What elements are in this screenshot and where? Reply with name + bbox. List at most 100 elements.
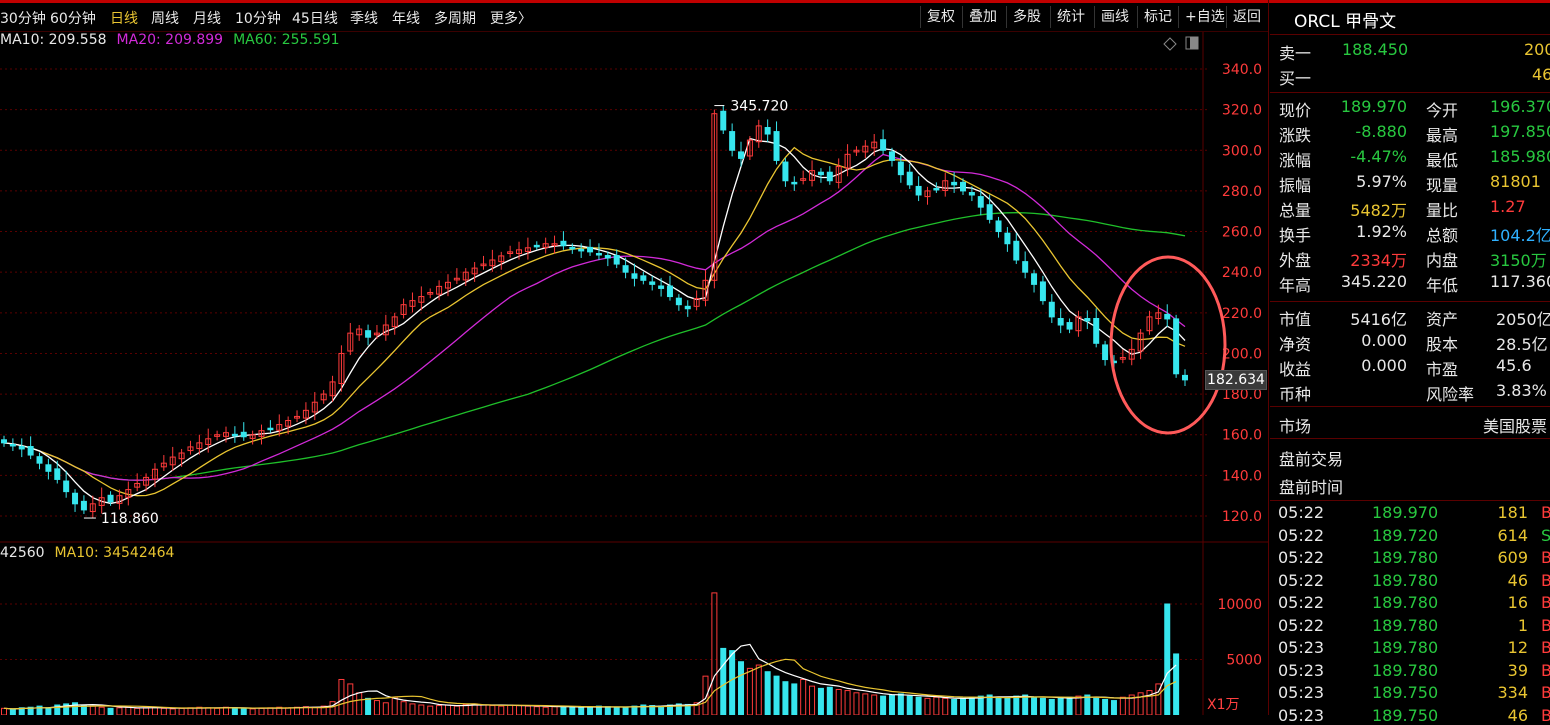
tick-price: 189.780: [1372, 570, 1439, 590]
volume-bar: [924, 697, 931, 715]
statistics-button[interactable]: 统计: [1050, 6, 1091, 28]
volume-bar: [1084, 694, 1091, 715]
volume-bar: [258, 707, 265, 715]
candle-body: [80, 500, 87, 511]
period-45day[interactable]: 45日线: [292, 8, 338, 28]
tick-time: 05:23: [1278, 683, 1325, 702]
volume-bar: [365, 697, 372, 715]
quote-value: 185.980: [1490, 147, 1550, 166]
volume-bar: [267, 707, 274, 715]
volume-bar: [329, 701, 336, 715]
period-multi[interactable]: 多周期: [434, 8, 476, 28]
back-button[interactable]: 返回: [1226, 6, 1267, 28]
volume-bar: [285, 707, 292, 715]
volume-bar: [516, 705, 523, 715]
candle-body: [791, 181, 798, 185]
quote-value: 2334万: [1350, 251, 1407, 270]
tick-time: 05:22: [1278, 570, 1325, 590]
volume-bar: [968, 696, 975, 715]
tick-time: 05:23: [1278, 638, 1325, 657]
sell1-price: 188.450: [1342, 40, 1409, 59]
tick-side: B: [1541, 593, 1550, 612]
panel-controls[interactable]: [1163, 36, 1199, 51]
volume-bar: [382, 702, 389, 715]
mark-button[interactable]: 标记: [1137, 6, 1178, 28]
candle-body: [915, 185, 922, 196]
fund-label: 净资: [1279, 335, 1312, 354]
tick-time: 05:22: [1278, 615, 1325, 635]
market-value: 美国股票: [1483, 417, 1548, 436]
volume-bar: [418, 704, 425, 715]
more-periods-button[interactable]: 更多〉: [490, 8, 532, 28]
fund-label: 市盈: [1426, 360, 1459, 379]
candle-body: [595, 252, 602, 256]
volume-bar: [809, 685, 816, 715]
tick-side: B: [1541, 705, 1550, 725]
diamond-icon[interactable]: [1163, 37, 1177, 51]
candle-body: [569, 246, 576, 250]
fund-value: 0.000: [1361, 356, 1407, 375]
period-60min[interactable]: 60分钟: [50, 8, 96, 28]
candle-body: [267, 427, 274, 431]
adjust-button[interactable]: 复权: [920, 6, 961, 28]
volume-bar: [1, 707, 7, 715]
volume-bar: [533, 706, 540, 715]
candlestick-chart[interactable]: 340.0 320.0 300.0 280.0 260.0 240.0 220.0 200.0…: [0, 32, 1268, 715]
premarket-trade: 盘前交易: [1279, 450, 1344, 469]
multi-stock-button[interactable]: 多股: [1006, 6, 1047, 28]
volume-bar: [720, 647, 727, 715]
quote-label: 现量: [1426, 176, 1459, 195]
draw-line-button[interactable]: 画线: [1094, 6, 1135, 28]
period-yearly[interactable]: 年线: [392, 8, 420, 28]
volume-bar: [773, 675, 780, 715]
volume-bar: [1164, 603, 1171, 715]
candle-body: [960, 181, 967, 192]
candle-body: [977, 196, 984, 208]
ma10-line: [3, 146, 1186, 497]
quote-value: 5.97%: [1356, 172, 1407, 191]
tick-price: 189.780: [1372, 593, 1439, 612]
chart-toolbar: 30分钟 60分钟 日线 周线 月线 10分钟 45日线 季线 年线 多周期 更…: [0, 3, 1268, 32]
quote-value: 3150万: [1490, 251, 1547, 270]
price-tick-label: 240.0: [1222, 265, 1262, 281]
candle-body: [560, 240, 567, 247]
volume-bar: [347, 683, 354, 715]
add-watchlist-button[interactable]: +自选: [1178, 6, 1231, 28]
volume-bar: [853, 692, 860, 715]
period-quarterly[interactable]: 季线: [350, 8, 378, 28]
overlay-button[interactable]: 叠加: [962, 6, 1003, 28]
candle-body: [1004, 232, 1011, 245]
period-weekly[interactable]: 周线: [151, 8, 179, 28]
volume-bar: [604, 706, 611, 715]
tick-side: B: [1541, 638, 1550, 657]
current-price-label: 182.634: [1205, 370, 1267, 390]
candle-body: [782, 161, 789, 182]
volume-bar: [658, 705, 665, 715]
candle-body: [533, 244, 540, 248]
period-30min[interactable]: 30分钟: [0, 8, 46, 28]
volume-bar: [791, 683, 798, 715]
tick-volume: 181: [1497, 503, 1528, 522]
volume-bar: [587, 706, 594, 715]
volume-bar: [613, 706, 620, 715]
volume-bar: [444, 704, 451, 715]
volume-bar: [427, 705, 434, 715]
tick-time: 05:22: [1278, 548, 1325, 567]
volume-bar: [1048, 698, 1055, 715]
volume-bar: [453, 705, 460, 715]
candle-body: [773, 131, 780, 161]
tick-volume: 334: [1497, 683, 1528, 702]
quote-label: 量比: [1426, 201, 1459, 220]
period-10min[interactable]: 10分钟: [235, 8, 281, 28]
period-monthly[interactable]: 月线: [193, 8, 221, 28]
volume-bar: [436, 705, 443, 715]
fund-label: 股本: [1426, 335, 1459, 354]
candle-body: [880, 139, 887, 151]
candle-body: [1, 439, 7, 444]
volume-bar: [311, 706, 318, 715]
period-daily[interactable]: 日线: [110, 8, 138, 28]
sell1-label: 卖一: [1279, 44, 1312, 63]
volume-bar: [1173, 653, 1180, 715]
tick-side: B: [1541, 683, 1550, 702]
divider: [1270, 301, 1550, 302]
